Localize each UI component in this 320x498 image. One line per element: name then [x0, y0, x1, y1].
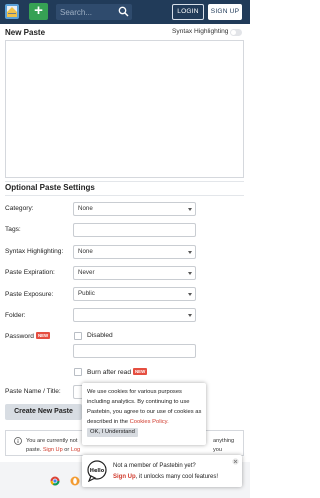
notice-line1: You are currently not [26, 438, 78, 444]
notice-login-link[interactable]: Log [71, 447, 80, 453]
expiration-label: Paste Expiration: [5, 269, 55, 276]
guest-notice-text: You are currently not paste. Sign Up or … [26, 437, 80, 455]
category-value: None [78, 205, 93, 212]
syntax-value: None [78, 248, 93, 255]
notice-line1-end: anything you [213, 438, 235, 453]
divider [5, 181, 244, 182]
syntax-label: Syntax Highlighting: [5, 248, 64, 255]
folder-label: Folder: [5, 312, 26, 319]
search-box[interactable] [56, 4, 132, 20]
exposure-select[interactable]: Public [73, 287, 196, 301]
login-button[interactable]: LOGIN [172, 4, 204, 20]
chevron-down-icon [188, 208, 192, 211]
member-cta: Sign Up, it unlocks many cool features! [113, 474, 218, 480]
exposure-label: Paste Exposure: [5, 291, 54, 298]
expiration-value: Never [78, 269, 95, 276]
folder-select[interactable] [73, 308, 196, 322]
password-disabled-label: Disabled [87, 332, 113, 339]
signup-button[interactable]: SIGN UP [208, 4, 242, 20]
create-new-paste-button[interactable]: Create New Paste [5, 404, 82, 420]
chevron-down-icon [188, 251, 192, 254]
syntax-select[interactable]: None [73, 245, 196, 259]
tags-label: Tags: [5, 226, 21, 233]
top-navbar: + LOGIN SIGN UP [0, 0, 250, 24]
expiration-select[interactable]: Never [73, 266, 196, 280]
chevron-down-icon [188, 314, 192, 317]
hello-speech-bubble-icon: Hello [87, 460, 107, 482]
chrome-icon[interactable] [50, 476, 60, 486]
chevron-down-icon [188, 293, 192, 296]
member-question: Not a member of Pastebin yet? [113, 463, 196, 469]
notice-line2-start: paste. [26, 447, 42, 453]
syntax-highlighting-toggle[interactable] [230, 29, 242, 36]
notice-signup-link[interactable]: Sign Up [43, 447, 63, 453]
info-icon [14, 437, 22, 445]
burn-after-read-text: Burn after read [87, 369, 131, 376]
optional-settings-title: Optional Paste Settings [5, 183, 95, 192]
member-cta-rest: , it unlocks many cool features! [135, 474, 219, 480]
add-paste-button[interactable]: + [29, 3, 48, 20]
category-select[interactable]: None [73, 202, 196, 216]
password-label: Password NEW [5, 332, 51, 340]
password-checkbox[interactable] [74, 332, 82, 340]
search-input[interactable] [60, 4, 118, 20]
tags-input[interactable] [73, 223, 196, 237]
pastebin-logo-icon[interactable] [4, 3, 20, 20]
password-input[interactable] [73, 344, 196, 358]
cookies-policy-link[interactable]: Cookies Policy. [130, 419, 169, 425]
cookie-ok-button[interactable]: OK, I Understand [87, 428, 138, 437]
member-signup-link[interactable]: Sign Up [113, 474, 136, 480]
new-badge: NEW [132, 368, 148, 375]
paste-name-label: Paste Name / Title: [5, 388, 61, 395]
burn-after-read-label: Burn after read NEW [87, 368, 148, 376]
notice-or: or [64, 447, 70, 453]
burn-after-read-checkbox[interactable] [74, 368, 82, 376]
chevron-down-icon [188, 272, 192, 275]
hello-text: Hello [90, 468, 105, 474]
cookie-consent-popup: We use cookies for various purposes incl… [82, 383, 206, 445]
cookie-text: We use cookies for various purposes incl… [87, 387, 203, 437]
search-icon[interactable] [118, 6, 129, 17]
close-icon[interactable] [232, 458, 239, 465]
paste-editor[interactable] [5, 40, 244, 178]
new-badge: NEW [35, 332, 51, 339]
page-title: New Paste [5, 28, 46, 37]
category-label: Category: [5, 205, 34, 212]
divider [5, 195, 244, 196]
syntax-highlighting-label: Syntax Highlighting [172, 28, 229, 35]
password-label-text: Password [5, 333, 34, 340]
exposure-value: Public [78, 290, 95, 297]
member-promo-popup: Hello Not a member of Pastebin yet? Sign… [82, 455, 242, 487]
opera-icon[interactable] [70, 476, 80, 486]
